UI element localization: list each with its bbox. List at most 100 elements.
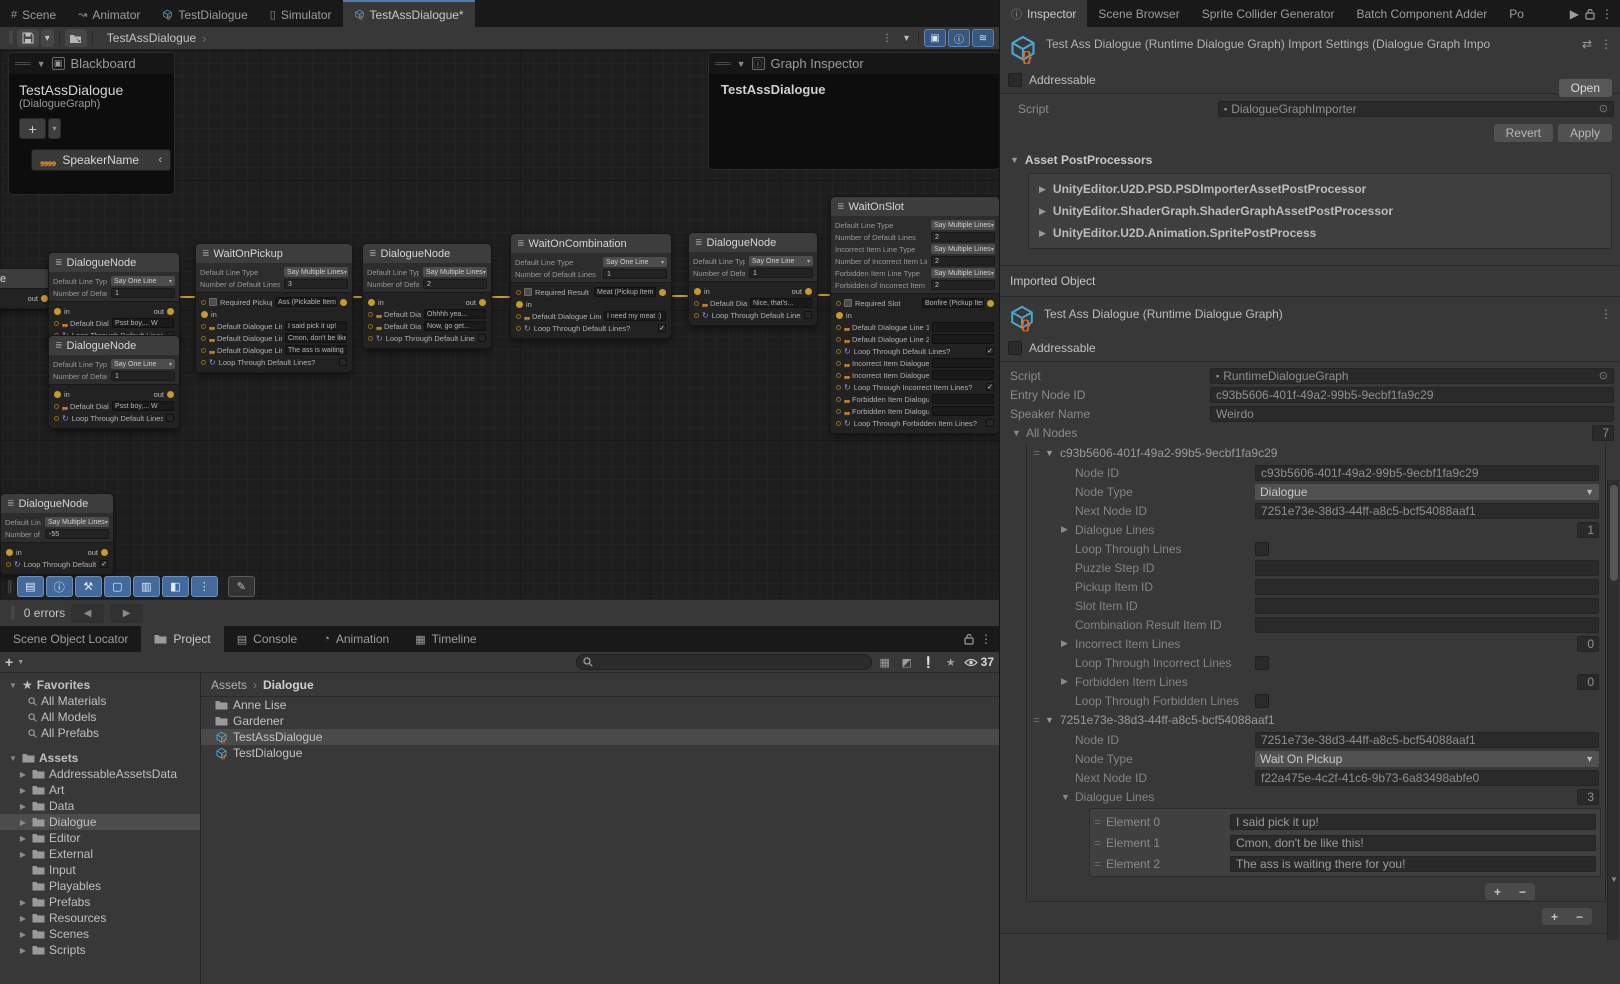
expand-arrow-icon[interactable]: ▶ <box>18 834 28 843</box>
property-dropdown[interactable]: Say Multiple Lines▾ <box>284 267 348 277</box>
save-dropdown-arrow[interactable]: ▾ <box>41 29 54 47</box>
property-field[interactable]: 1 <box>603 269 667 279</box>
tab-sprite-collider-generator[interactable]: Sprite Collider Generator <box>1191 0 1346 27</box>
node-title[interactable]: ≣DialogueNode <box>689 233 817 252</box>
foldout-arrow-icon[interactable]: ▼ <box>1061 792 1071 802</box>
element-field[interactable]: Cmon, don't be like this! <box>1230 835 1596 851</box>
line-port-icon[interactable] <box>694 313 699 318</box>
tab-animator[interactable]: ↝Animator <box>67 0 151 27</box>
in-port-icon[interactable] <box>368 299 375 306</box>
tree-folder-addressableassetsdata[interactable]: ▶AddressableAssetsData <box>0 766 200 782</box>
lock-icon[interactable] <box>1585 8 1595 20</box>
add-element-button[interactable]: + <box>1494 885 1501 899</box>
input-port[interactable]: in <box>54 307 70 316</box>
node-checkbox[interactable] <box>986 419 994 427</box>
prev-error-button[interactable]: ◀ <box>71 604 104 623</box>
out-port-icon[interactable] <box>340 299 347 306</box>
pen-icon[interactable]: ✎ <box>228 576 255 597</box>
kebab-icon[interactable]: ⋮ <box>1601 7 1613 21</box>
tree-folder-prefabs[interactable]: ▶Prefabs <box>0 894 200 910</box>
all-nodes-count[interactable]: 7 <box>1592 425 1614 441</box>
tree-folder-art[interactable]: ▶Art <box>0 782 200 798</box>
graph-edge[interactable] <box>672 295 688 297</box>
postprocessor-item[interactable]: ▶UnityEditor.ShaderGraph.ShaderGraphAsse… <box>1029 200 1611 222</box>
node-text-field[interactable]: I need my meat :) <box>604 311 666 321</box>
scrollbar-down-arrow[interactable]: ▼ <box>1610 875 1618 884</box>
line-port-icon[interactable] <box>201 336 206 341</box>
line-port-icon[interactable] <box>54 404 59 409</box>
property-field[interactable]: 2 <box>931 256 995 266</box>
node-text-field[interactable]: I said pick it up! <box>285 321 347 331</box>
line-port-icon[interactable] <box>516 290 521 295</box>
object-picker-icon[interactable]: ⊙ <box>1599 369 1608 382</box>
add-variable-button[interactable]: + <box>19 118 46 139</box>
breadcrumb[interactable]: TestAssDialogue <box>97 31 202 45</box>
graph-inspector-panel[interactable]: ══ ▼ ⓘ Graph Inspector TestAssDialogue <box>708 52 999 170</box>
node-group-header[interactable]: =▼7251e73e-38d3-44ff-a8c5-bcf54088aaf1 <box>1027 710 1605 730</box>
property-field[interactable] <box>1255 617 1599 633</box>
search-by-type-icon[interactable]: ◩ <box>898 654 916 670</box>
info-icon[interactable]: ⓘ <box>46 576 73 597</box>
property-field[interactable]: f22a475e-4c2f-41c6-9b73-6a83498abfe0 <box>1255 770 1599 786</box>
property-field[interactable] <box>1255 579 1599 595</box>
foldout-arrow-icon[interactable]: ▼ <box>8 754 18 763</box>
node-text-field[interactable]: Psst boy,... W <box>112 318 174 328</box>
graph-edge[interactable] <box>492 296 510 298</box>
foldout-arrow-icon[interactable]: ▶ <box>1061 638 1071 649</box>
out-port-icon[interactable] <box>479 299 486 306</box>
breadcrumb-current[interactable]: Dialogue <box>263 678 314 692</box>
line-port-icon[interactable] <box>516 314 521 319</box>
input-port[interactable]: in <box>836 311 852 320</box>
toolbar-grip[interactable]: ║ <box>6 607 18 619</box>
property-field[interactable] <box>1255 560 1599 576</box>
expand-arrow-icon[interactable]: ▶ <box>1039 228 1046 239</box>
object-reference-field[interactable]: Ass (Pickable Item Data) <box>275 297 337 307</box>
node-title[interactable]: ≣WaitOnPickup <box>196 244 352 263</box>
console-icon[interactable]: ▤ <box>17 576 44 597</box>
toggle-minimap-icon[interactable]: ≋ <box>972 29 994 47</box>
file-gardener[interactable]: Gardener <box>201 713 999 729</box>
expand-arrow-icon[interactable]: ▶ <box>1039 206 1046 217</box>
property-field[interactable]: 2 <box>423 279 487 289</box>
blackboard-variable-speakername[interactable]: ❠❠ SpeakerName ‹ <box>31 149 171 171</box>
node-text-field[interactable] <box>932 334 994 344</box>
line-port-icon[interactable] <box>836 373 841 378</box>
tools-icon[interactable]: ⚒ <box>75 576 102 597</box>
output-port[interactable]: out <box>88 548 108 557</box>
property-field[interactable]: 2 <box>931 280 995 290</box>
property-dropdown[interactable]: Say One Line▾ <box>749 256 813 266</box>
node-title[interactable]: ≣DialogueNode <box>363 244 491 263</box>
file-anne-lise[interactable]: Anne Lise <box>201 697 999 713</box>
blackboard-panel[interactable]: ══ ▼ ▣ Blackboard TestAssDialogue (Dialo… <box>8 52 175 195</box>
expand-arrow-icon[interactable]: ▶ <box>18 946 28 955</box>
expand-arrow-icon[interactable]: ▶ <box>1039 184 1046 195</box>
out-port-icon[interactable] <box>167 308 174 315</box>
property-field[interactable]: 2 <box>931 232 995 242</box>
tab-project[interactable]: Project <box>141 626 223 652</box>
kebab-icon[interactable]: ⋮ <box>980 632 992 646</box>
node-title[interactable]: ≣StartNode <box>0 269 53 288</box>
script-field[interactable]: ▪ DialogueGraphImporter ⊙ <box>1218 101 1614 117</box>
tab-simulator[interactable]: ▯Simulator <box>259 0 343 27</box>
tab-scene-browser[interactable]: Scene Browser <box>1087 0 1190 27</box>
array-size-field[interactable]: 0 <box>1577 674 1599 690</box>
toggle-blackboard-icon[interactable]: ▣ <box>924 29 946 47</box>
drag-handle-icon[interactable]: = <box>1094 857 1100 871</box>
node-checkbox[interactable]: ✓ <box>658 324 666 332</box>
expand-arrow-icon[interactable]: ▶ <box>18 914 28 923</box>
line-port-icon[interactable] <box>836 301 841 306</box>
line-port-icon[interactable] <box>836 409 841 414</box>
file-testdialogue[interactable]: {}TestDialogue <box>201 745 999 761</box>
node-checkbox[interactable]: ✓ <box>986 347 994 355</box>
graph-node-waitoncombination[interactable]: ≣WaitOnCombinationDefault Line TypeSay O… <box>510 233 672 339</box>
tab-animation[interactable]: ◔Animation <box>310 626 402 652</box>
property-field[interactable]: 1 <box>749 268 813 278</box>
drag-handle-icon[interactable]: ══ <box>715 58 731 70</box>
node-title[interactable]: ≣DialogueNode <box>49 336 179 355</box>
output-port[interactable]: out <box>154 307 174 316</box>
tree-assets-root[interactable]: ▼Assets <box>0 750 200 766</box>
property-dropdown[interactable]: Dialogue▼ <box>1255 484 1599 500</box>
tree-folder-dialogue[interactable]: ▶Dialogue <box>0 814 200 830</box>
graph-node-waitonslot[interactable]: ≣WaitOnSlotDefault Line TypeSay Multiple… <box>830 196 999 434</box>
tree-folder-resources[interactable]: ▶Resources <box>0 910 200 926</box>
